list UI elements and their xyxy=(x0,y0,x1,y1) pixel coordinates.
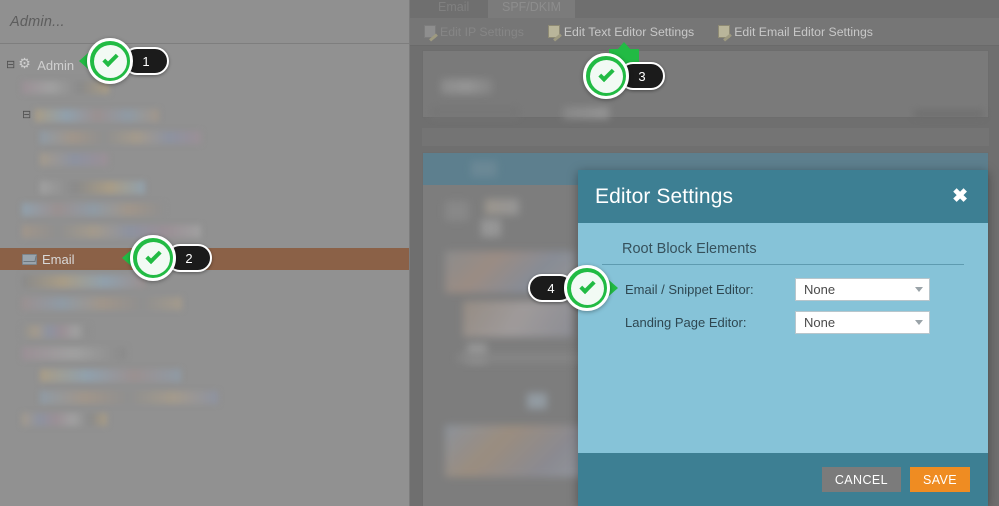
chevron-down-icon xyxy=(915,320,923,325)
edit-page-icon xyxy=(718,25,731,38)
redacted-label xyxy=(40,180,145,194)
sidebar-header: Admin... xyxy=(0,0,409,44)
callout-2: 2 xyxy=(122,235,212,281)
tree-expander-icon[interactable]: ⊟ xyxy=(6,59,15,71)
tree-expander-icon[interactable]: ⊟ xyxy=(22,109,31,121)
callout-1: 1 xyxy=(79,38,169,84)
divider-panel xyxy=(422,128,989,146)
tab-spf-dkim-label: SPF/DKIM xyxy=(502,0,562,14)
email-snippet-editor-value: None xyxy=(804,282,836,297)
sidebar-item-redacted[interactable] xyxy=(0,320,409,342)
edit-text-editor-settings-label: Edit Text Editor Settings xyxy=(563,24,695,39)
dialog-title: Editor Settings xyxy=(595,184,734,208)
sidebar-header-title: Admin... xyxy=(10,13,65,30)
save-button[interactable]: SAVE xyxy=(909,467,970,492)
redacted-label xyxy=(40,152,108,166)
callout-check-icon xyxy=(130,235,176,281)
landing-page-editor-label: Landing Page Editor: xyxy=(625,315,747,330)
edit-page-icon xyxy=(547,25,560,38)
edit-page-icon xyxy=(424,25,436,38)
redacted-label xyxy=(22,296,182,310)
sidebar-item-redacted[interactable] xyxy=(0,176,409,198)
sidebar-item-redacted[interactable] xyxy=(0,386,409,408)
editor-settings-dialog: Editor Settings ✖ Root Block Elements Em… xyxy=(578,170,988,506)
sidebar-item-admin[interactable]: ⊟ Admin xyxy=(0,54,409,76)
content-toolbar: Edit IP Settings Edit Text Editor Settin… xyxy=(410,18,999,46)
sidebar-item-label: Email xyxy=(42,251,75,267)
chevron-down-icon xyxy=(915,287,923,292)
edit-email-editor-settings-button[interactable]: Edit Email Editor Settings xyxy=(718,25,873,39)
redacted-label xyxy=(40,390,218,404)
sidebar-item-redacted[interactable] xyxy=(0,408,409,430)
settings-summary-panel xyxy=(422,50,989,119)
section-title-root-block-elements: Root Block Elements xyxy=(602,241,964,265)
callout-check-icon xyxy=(564,265,610,311)
redacted-label xyxy=(22,324,89,338)
landing-page-editor-select[interactable]: None xyxy=(795,311,930,334)
field-row-landing-page-editor: Landing Page Editor: None xyxy=(602,311,964,334)
close-icon[interactable]: ✖ xyxy=(952,187,968,206)
sidebar-item-redacted[interactable] xyxy=(0,292,409,314)
sidebar-item-redacted[interactable] xyxy=(0,342,409,364)
redacted-label xyxy=(40,368,181,382)
callout-check-icon xyxy=(583,53,629,99)
edit-ip-settings-button: Edit IP Settings xyxy=(424,25,524,39)
email-snippet-editor-select[interactable]: None xyxy=(795,278,930,301)
dialog-header: Editor Settings ✖ xyxy=(578,170,988,223)
tab-strip: Email SPF/DKIM xyxy=(410,0,999,18)
redacted-label xyxy=(40,130,201,144)
email-snippet-editor-label: Email / Snippet Editor: xyxy=(625,282,754,297)
sidebar-item-redacted[interactable] xyxy=(0,126,409,148)
redacted-label xyxy=(35,108,160,122)
sidebar-item-redacted[interactable] xyxy=(0,198,409,220)
sidebar-item-redacted[interactable] xyxy=(0,76,409,98)
tab-email[interactable]: Email xyxy=(424,0,483,18)
sidebar-item-redacted[interactable] xyxy=(0,364,409,386)
edit-ip-settings-label: Edit IP Settings xyxy=(440,24,524,39)
dialog-body: Root Block Elements Email / Snippet Edit… xyxy=(578,223,988,453)
tab-email-label: Email xyxy=(438,0,470,14)
sidebar-item-label: Admin xyxy=(37,57,75,73)
cancel-button[interactable]: CANCEL xyxy=(821,467,901,492)
edit-email-editor-settings-label: Edit Email Editor Settings xyxy=(734,24,873,39)
landing-page-editor-value: None xyxy=(804,315,836,330)
redacted-label xyxy=(22,346,126,360)
callout-3: 3 xyxy=(583,42,665,99)
redacted-label xyxy=(22,412,107,426)
tab-spf-dkim[interactable]: SPF/DKIM xyxy=(488,0,576,18)
mail-icon xyxy=(22,253,37,265)
sidebar-item-redacted[interactable]: ⊟ xyxy=(0,104,409,126)
sidebar-item-redacted[interactable] xyxy=(0,148,409,170)
edit-text-editor-settings-button[interactable]: Edit Text Editor Settings xyxy=(547,24,695,39)
gear-icon xyxy=(18,55,32,72)
field-row-email-snippet-editor: Email / Snippet Editor: None xyxy=(602,278,964,301)
callout-4: 4 xyxy=(528,265,618,311)
dialog-footer: CANCEL SAVE xyxy=(578,453,988,506)
redacted-label xyxy=(22,202,164,216)
callout-check-icon xyxy=(87,38,133,84)
